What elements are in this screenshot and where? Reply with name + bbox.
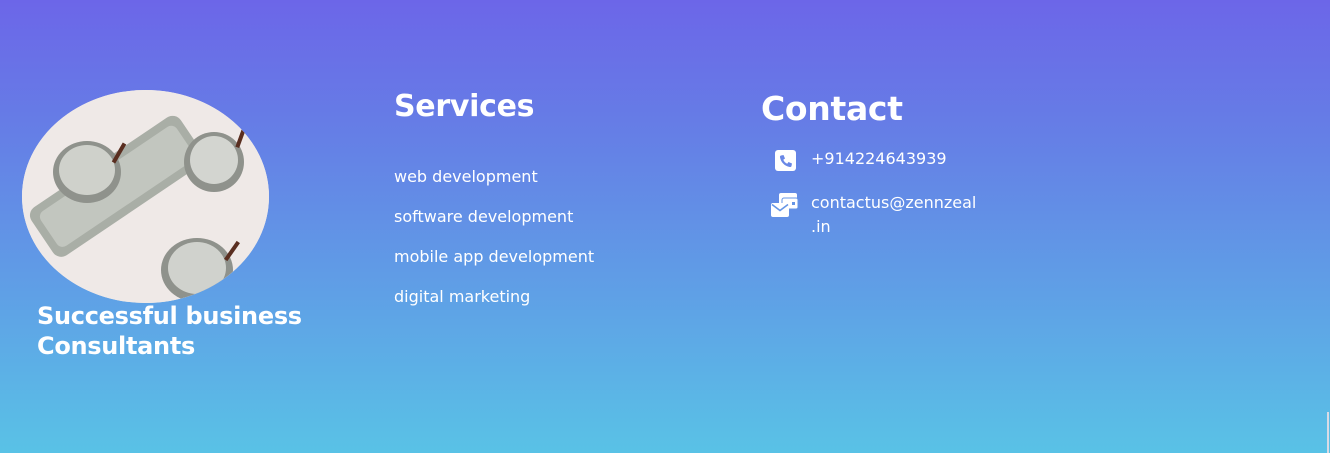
- contact-heading: Contact: [761, 89, 903, 128]
- service-link-web-development[interactable]: web development: [394, 165, 594, 205]
- services-list: web development software development mob…: [394, 165, 594, 325]
- contact-phone[interactable]: +914224643939: [811, 147, 947, 171]
- service-link-software-development[interactable]: software development: [394, 205, 594, 245]
- brand-tagline-line1: Successful business: [37, 302, 302, 330]
- brand-image: [22, 90, 269, 303]
- contact-email[interactable]: contactus@zennzeal .in: [811, 191, 976, 239]
- brand-tagline-line2: Consultants: [37, 332, 195, 360]
- services-heading: Services: [394, 89, 535, 124]
- envelope-stack-icon: [770, 191, 801, 222]
- phone-square-icon: [770, 147, 801, 178]
- service-link-digital-marketing[interactable]: digital marketing: [394, 285, 594, 325]
- brand-tagline: Successful business Consultants: [37, 301, 337, 361]
- service-link-mobile-app-development[interactable]: mobile app development: [394, 245, 594, 285]
- contact-email-line1: contactus@zennzeal: [811, 193, 977, 212]
- contact-email-row[interactable]: contactus@zennzeal .in: [770, 191, 976, 239]
- contact-phone-row[interactable]: +914224643939: [770, 147, 947, 178]
- contact-email-line2: .in: [811, 217, 831, 236]
- scrollbar-thumb[interactable]: [1327, 412, 1329, 453]
